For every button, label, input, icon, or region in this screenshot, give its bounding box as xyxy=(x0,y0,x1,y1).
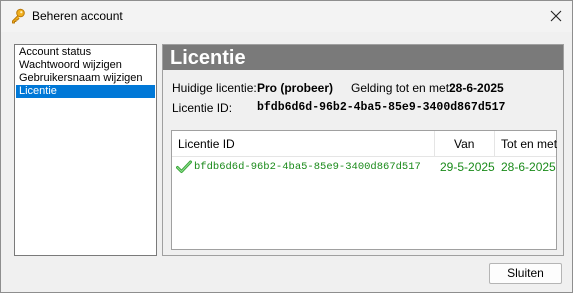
column-header-to[interactable]: Tot en met xyxy=(501,131,557,157)
column-divider[interactable] xyxy=(434,131,435,157)
account-nav-list[interactable]: Account status Wachtwoord wijzigen Gebru… xyxy=(14,44,157,256)
nav-item-account-status[interactable]: Account status xyxy=(16,46,155,59)
column-header-license-id[interactable]: Licentie ID xyxy=(178,131,235,157)
panel-title: Licentie xyxy=(170,47,246,69)
license-id-label: Licentie ID: xyxy=(172,101,233,115)
license-panel: Licentie Huidige licentie: Pro (probeer)… xyxy=(162,44,564,256)
window-close-button[interactable] xyxy=(540,1,572,32)
current-license-label: Huidige licentie: xyxy=(172,81,257,95)
valid-until-value: 28-6-2025 xyxy=(449,81,504,95)
row-license-id: bfdb6d6d-96b2-4ba5-85e9-3400d867d517 xyxy=(194,161,421,173)
nav-item-license[interactable]: Licentie xyxy=(16,85,155,98)
nav-item-change-password[interactable]: Wachtwoord wijzigen xyxy=(16,59,155,72)
table-row[interactable]: bfdb6d6d-96b2-4ba5-85e9-3400d867d517 29-… xyxy=(172,158,556,176)
check-icon xyxy=(176,160,192,174)
column-header-from[interactable]: Van xyxy=(454,131,474,157)
valid-until-label: Gelding tot en met: xyxy=(351,81,453,95)
current-license-value: Pro (probeer) xyxy=(257,81,334,95)
window-title: Beheren account xyxy=(32,9,123,23)
nav-item-change-username[interactable]: Gebruikersnaam wijzigen xyxy=(16,72,155,85)
listview-header: Licentie ID Van Tot en met xyxy=(172,131,557,157)
dialog-window: Beheren account Account status Wachtwoor… xyxy=(0,0,573,293)
column-divider[interactable] xyxy=(494,131,495,157)
license-id-value: bfdb6d6d-96b2-4ba5-85e9-3400d867d517 xyxy=(257,101,506,114)
close-button[interactable]: Sluiten xyxy=(489,263,562,284)
row-to-date: 28-6-2025 xyxy=(501,160,556,174)
close-icon xyxy=(550,10,562,22)
panel-header: Licentie xyxy=(163,45,563,70)
row-from-date: 29-5-2025 xyxy=(440,160,495,174)
key-icon xyxy=(10,8,26,24)
title-bar: Beheren account xyxy=(1,1,572,32)
license-listview[interactable]: Licentie ID Van Tot en met bfdb6d6d-96b2… xyxy=(171,130,557,250)
